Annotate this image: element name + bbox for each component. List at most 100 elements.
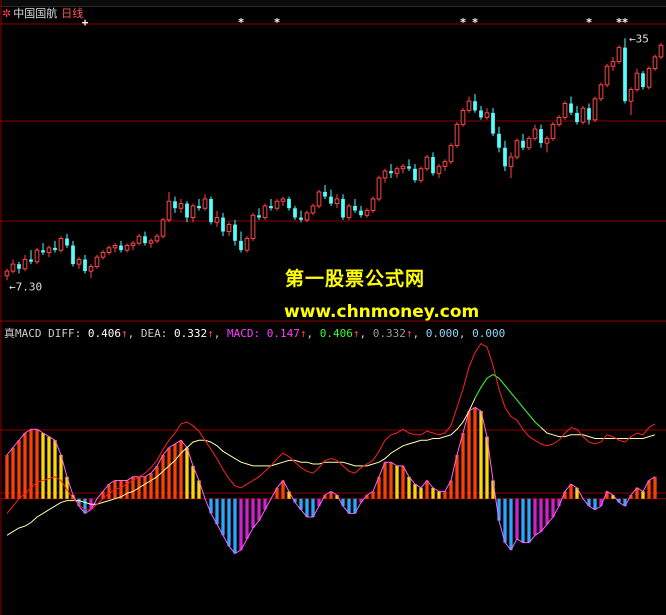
candle [239,231,243,253]
candle-body-down [287,198,291,209]
signal-mark: * [238,16,245,29]
candle [76,257,82,269]
candle [598,82,604,102]
candle-body-down [323,191,327,197]
candle-body-down [353,205,357,211]
candle-body-up [526,137,532,149]
candle [323,184,327,199]
candle-body-down [503,147,507,167]
candle [304,210,310,223]
candle [287,196,291,211]
candle-body-up [250,214,256,240]
candle [58,236,64,253]
candle [628,87,634,116]
candle [580,105,586,125]
candle [521,133,525,151]
candle-body-down [173,201,177,209]
candle [143,231,147,246]
candle-body-up [148,240,154,244]
candle-body-up [106,247,112,253]
macd-value: 0.147 [266,327,300,340]
candle-body-up [646,68,652,88]
candle [382,168,388,183]
diff-value: 0.406 [87,327,121,340]
candle-body-up [262,205,268,219]
candle [46,245,52,258]
candle [329,189,333,206]
candle-body-up [382,170,388,179]
candle-body-up [202,198,208,209]
candlestick-series [4,38,664,281]
candle-body-up [310,205,316,214]
candle [71,240,75,267]
candle-body-up [274,200,280,209]
candle-body-down [413,168,417,181]
candle-body-up [508,156,514,167]
candle-body-up [190,205,196,219]
candle-body-down [389,171,393,174]
candle-body-down [143,236,147,244]
watermark-url[interactable]: www.chnmoney.com [284,302,479,322]
candle [190,203,196,223]
candle [197,198,201,211]
macd-arrow: ↑ [299,327,307,340]
candle-body-up [346,205,352,219]
candle [616,45,622,64]
candle-body-down [239,240,243,251]
candle [575,105,579,125]
signal-mark: + [82,16,89,29]
candle [376,175,382,202]
candle-body-down [431,157,435,174]
candle [160,217,166,239]
candle [436,164,442,178]
candle-body-up [34,249,40,263]
candle-body-down [185,203,189,218]
candle-body-down [491,112,495,134]
candle-body-down [407,166,411,169]
signal-mark: * [274,16,281,29]
candle [532,124,538,141]
value-6: 0.000 [425,327,459,340]
candle-body-up [370,198,376,212]
candle-body-down [65,238,69,246]
candle-body-down [497,133,501,148]
candle [400,164,406,174]
candle-body-down [623,47,627,102]
candle-body-up [130,242,136,246]
dea-line-falling-segment [474,373,542,428]
value-5-arrow: ↑ [405,327,413,340]
candle [310,203,316,216]
candle-body-up [214,217,220,223]
macd-histogram [5,407,657,554]
candle [94,254,100,269]
candle [508,152,514,178]
candle [221,212,225,237]
candle [299,210,303,223]
candle [473,94,477,113]
candle-body-down [329,196,333,204]
signal-mark: * [622,16,629,29]
candle [173,196,177,213]
candle [610,56,616,71]
candle-body-down [197,205,201,209]
candle [53,240,57,253]
candle [550,122,556,141]
candle [83,254,87,274]
candle [389,164,393,178]
dea-label: DEA [140,327,161,340]
candle-body-down [41,250,45,253]
candle [652,54,658,71]
candle [316,189,322,209]
candle-body-up [124,245,130,251]
dea-value: 0.332 [174,327,208,340]
candle-body-up [136,235,142,244]
candle [293,205,297,220]
value-4-arrow: ↑ [352,327,360,340]
candle-body-up [424,156,430,170]
indicator-name[interactable]: 真MACD [4,327,42,340]
candle-body-up [280,198,286,202]
candle [269,198,273,211]
high-price-label: ←35 [629,32,649,45]
candle-body-down [221,217,225,232]
candle-body-down [359,210,363,216]
